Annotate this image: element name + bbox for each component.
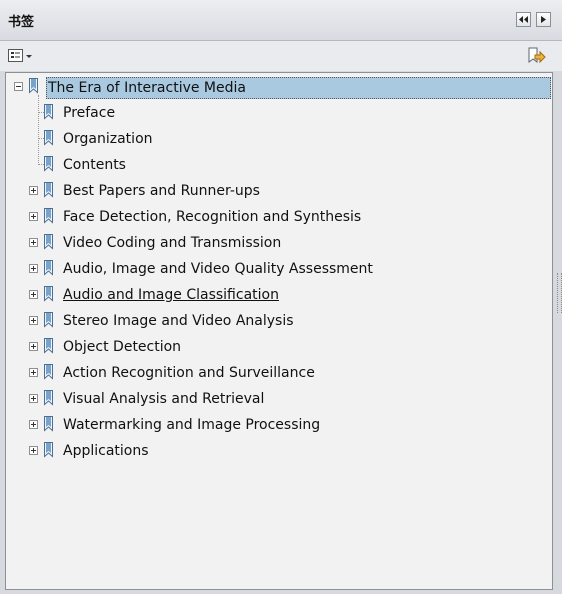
collapse-toggle[interactable] [14,82,23,91]
options-menu-button[interactable] [7,48,33,64]
panel-resize-grip[interactable] [557,273,562,313]
expand-toggle[interactable] [29,316,38,325]
panel-header: 书签 [0,0,562,41]
bookmark-item[interactable]: Audio and Image Classification [63,285,279,305]
bookmark-icon [44,104,53,120]
bookmark-icon [44,208,53,224]
bookmark-item[interactable]: Video Coding and Transmission [63,233,281,253]
expand-bookmark-button[interactable] [526,46,546,66]
bookmark-icon [44,156,53,172]
bookmark-icon [44,234,53,250]
bookmark-item[interactable]: Action Recognition and Surveillance [63,363,315,383]
expand-toggle[interactable] [29,420,38,429]
expand-toggle[interactable] [29,186,38,195]
bookmark-icon [44,286,53,302]
bookmark-item[interactable]: Best Papers and Runner-ups [63,181,260,201]
bookmark-item[interactable]: Contents [63,155,126,175]
bookmark-item[interactable]: Audio, Image and Video Quality Assessmen… [63,259,373,279]
bookmark-item[interactable]: Applications [63,441,149,461]
bookmark-icon [44,182,53,198]
expand-toggle[interactable] [29,368,38,377]
bookmark-item[interactable]: Watermarking and Image Processing [63,415,320,435]
expand-toggle[interactable] [29,264,38,273]
double-left-arrow-icon [519,16,528,23]
options-menu-icon [8,49,32,62]
bookmarks-tree: The Era of Interactive Media Preface Organ… [5,72,553,590]
bookmark-item[interactable]: Stereo Image and Video Analysis [63,311,294,331]
expand-bookmark-icon [528,47,546,64]
bookmark-icon [44,416,53,432]
bookmark-item[interactable]: Visual Analysis and Retrieval [63,389,264,409]
bookmark-toolbar [0,41,562,71]
expand-toggle[interactable] [29,394,38,403]
expand-toggle[interactable] [29,342,38,351]
bookmark-icon [44,130,53,146]
collapse-panel-button[interactable] [516,12,531,27]
expand-toggle[interactable] [29,290,38,299]
bookmark-item[interactable]: Organization [63,129,153,149]
bookmark-item[interactable]: Preface [63,103,115,123]
bookmark-item[interactable]: Face Detection, Recognition and Synthesi… [63,207,361,227]
tree-connector [38,95,39,165]
bookmark-icon [29,78,38,94]
bookmark-icon [44,260,53,276]
bookmark-icon [44,390,53,406]
bookmark-root[interactable]: The Era of Interactive Media [46,77,551,99]
panel-title: 书签 [8,15,35,30]
expand-toggle[interactable] [29,212,38,221]
right-arrow-icon [541,16,546,23]
bookmark-item[interactable]: Object Detection [63,337,181,357]
bookmark-icon [44,364,53,380]
bookmark-icon [44,338,53,354]
expand-toggle[interactable] [29,446,38,455]
expand-toggle[interactable] [29,238,38,247]
bookmark-icon [44,312,53,328]
bookmark-icon [44,442,53,458]
close-panel-button[interactable] [536,12,551,27]
